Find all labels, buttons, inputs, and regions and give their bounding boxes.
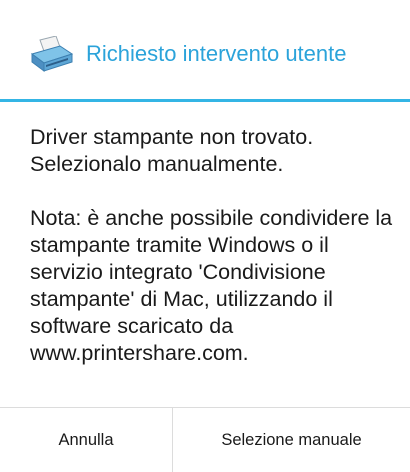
dialog-message: Driver stampante non trovato. Selezional… xyxy=(30,124,400,367)
dialog-title: Richiesto intervento utente xyxy=(86,41,347,66)
user-action-dialog: Richiesto intervento utente Driver stamp… xyxy=(0,0,410,472)
dialog-button-bar: Annulla Selezione manuale xyxy=(0,407,410,472)
driver-not-found-text: Driver stampante non trovato. Selezional… xyxy=(30,125,314,176)
dialog-title-bar: Richiesto intervento utente xyxy=(0,0,410,99)
manual-selection-button[interactable]: Selezione manuale xyxy=(173,408,410,472)
title-divider xyxy=(0,99,410,102)
cancel-button[interactable]: Annulla xyxy=(0,408,173,472)
printer-icon xyxy=(30,35,74,74)
note-text: Nota: è anche possibile condividere la s… xyxy=(30,206,393,365)
